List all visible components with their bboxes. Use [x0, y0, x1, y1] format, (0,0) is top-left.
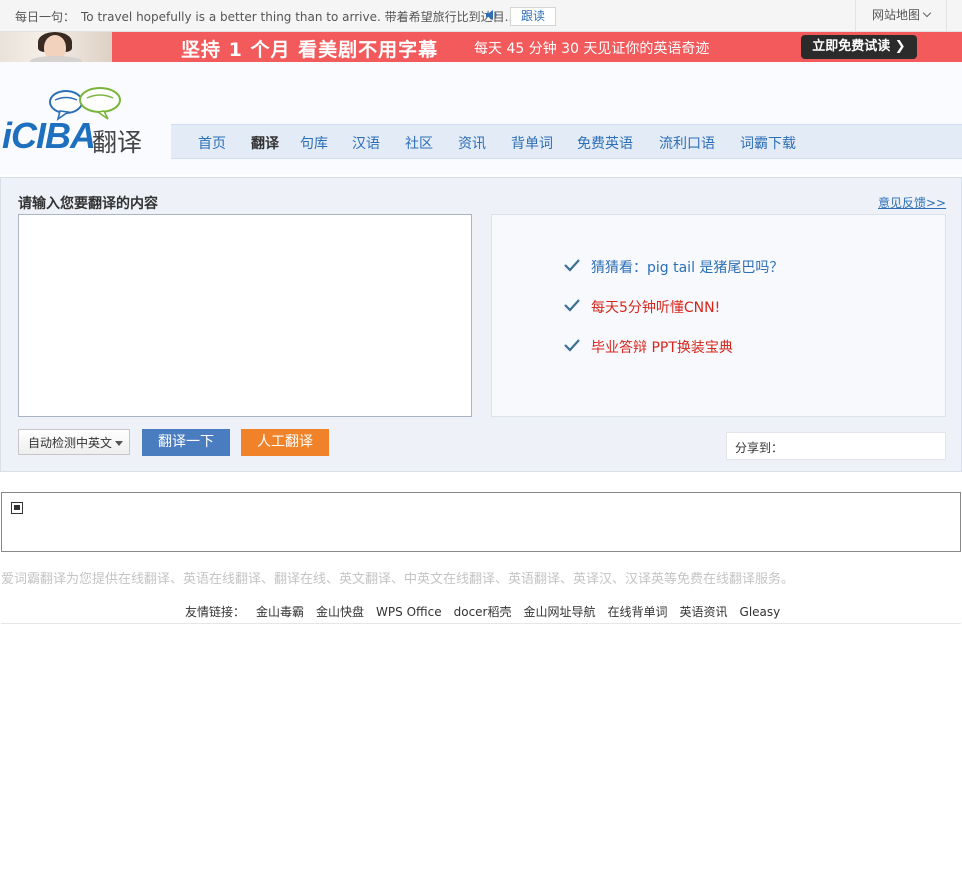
- nav-chinese[interactable]: 汉语: [352, 133, 380, 153]
- share-bar[interactable]: 分享到：: [726, 432, 946, 460]
- speaker-icon[interactable]: [485, 8, 499, 22]
- language-select[interactable]: 自动检测中英文: [18, 429, 130, 455]
- nav-spoken-english[interactable]: 流利口语: [659, 133, 715, 153]
- top-bar: 每日一句： To travel hopefully is a better th…: [0, 0, 962, 32]
- nav-translate[interactable]: 翻译: [251, 133, 279, 153]
- chevron-down-icon: [922, 8, 932, 18]
- friend-link[interactable]: 金山快盘: [316, 605, 364, 619]
- footer-divider: [1, 623, 961, 624]
- check-icon: [564, 259, 580, 272]
- banner-headline: 坚持 1 个月 看美剧不用字幕: [181, 39, 439, 61]
- daily-sentence-label: 每日一句：: [15, 10, 76, 24]
- promo-banner[interactable]: 坚持 1 个月 看美剧不用字幕 每天 45 分钟 30 天见证你的英语奇迹 立即…: [0, 32, 962, 62]
- friend-link[interactable]: Gleasy: [740, 605, 781, 619]
- follow-read-button[interactable]: 跟读: [510, 7, 556, 26]
- broken-plugin-icon: [11, 502, 23, 514]
- panel-title: 请输入您要翻译的内容: [18, 196, 158, 212]
- suggestion-text: 毕业答辩 PPT换装宝典: [591, 340, 733, 356]
- logo-subtitle: 翻译: [92, 129, 143, 157]
- nav-vocabulary[interactable]: 背单词: [511, 133, 553, 153]
- suggestion-box: 猜猜看：pig tail 是猪尾巴吗？ 每天5分钟听懂CNN! 毕业答辩 PPT…: [491, 214, 946, 417]
- daily-sentence-text[interactable]: To travel hopefully is a better thing th…: [81, 8, 516, 25]
- site-header: iCIBA 翻译 首页 翻译 句库 汉语 社区 资讯 背单词 免费英语 流利口语…: [0, 62, 962, 174]
- main-nav: 首页 翻译 句库 汉语 社区 资讯 背单词 免费英语 流利口语 词霸下载: [171, 124, 962, 159]
- friend-links: 友情链接： 金山毒霸 金山快盘 WPS Office docer稻壳 金山网址导航 在线背单…: [185, 603, 792, 620]
- banner-photo: [0, 32, 112, 62]
- friend-link[interactable]: WPS Office: [376, 605, 442, 619]
- human-translate-button[interactable]: 人工翻译: [241, 429, 329, 456]
- nav-free-english[interactable]: 免费英语: [577, 133, 633, 153]
- nav-sentences[interactable]: 句库: [300, 133, 328, 153]
- friend-link[interactable]: docer稻壳: [454, 605, 512, 619]
- friend-link[interactable]: 金山毒霸: [256, 605, 304, 619]
- nav-news[interactable]: 资讯: [458, 133, 486, 153]
- friend-link[interactable]: 英语资讯: [680, 605, 728, 619]
- nav-community[interactable]: 社区: [405, 133, 433, 153]
- banner-cta-button[interactable]: 立即免费试读 ❯: [801, 35, 917, 59]
- sitemap-label: 网站地图: [871, 8, 920, 22]
- friend-link[interactable]: 在线背单词: [608, 605, 668, 619]
- suggestion-text: 猜猜看：pig tail 是猪尾巴吗？: [591, 260, 784, 276]
- nav-download[interactable]: 词霸下载: [740, 133, 796, 153]
- banner-subtext: 每天 45 分钟 30 天见证你的英语奇迹: [474, 41, 710, 57]
- sitemap-dropdown[interactable]: 网站地图: [855, 0, 947, 31]
- feedback-link[interactable]: 意见反馈>>: [878, 194, 946, 211]
- friend-link[interactable]: 金山网址导航: [523, 605, 595, 619]
- language-select-value: 自动检测中英文: [28, 436, 113, 450]
- share-label: 分享到：: [735, 441, 784, 455]
- translate-button[interactable]: 翻译一下: [142, 429, 230, 456]
- check-icon: [564, 299, 580, 312]
- site-description: 爱词霸翻译为您提供在线翻译、英语在线翻译、翻译在线、英文翻译、中英文在线翻译、英…: [1, 572, 795, 587]
- iciba-logo[interactable]: iCIBA 翻译: [2, 87, 152, 157]
- nav-home[interactable]: 首页: [198, 133, 226, 153]
- translate-input[interactable]: [18, 214, 472, 417]
- friend-links-label: 友情链接：: [185, 605, 246, 619]
- check-icon: [564, 339, 580, 352]
- plugin-placeholder: [1, 492, 961, 552]
- translate-panel: 请输入您要翻译的内容 意见反馈>> 猜猜看：pig tail 是猪尾巴吗？ 每天…: [0, 177, 962, 472]
- suggestion-text: 每天5分钟听懂CNN!: [591, 300, 721, 316]
- logo-text: iCIBA: [2, 115, 96, 156]
- dropdown-arrow-icon: [115, 441, 123, 446]
